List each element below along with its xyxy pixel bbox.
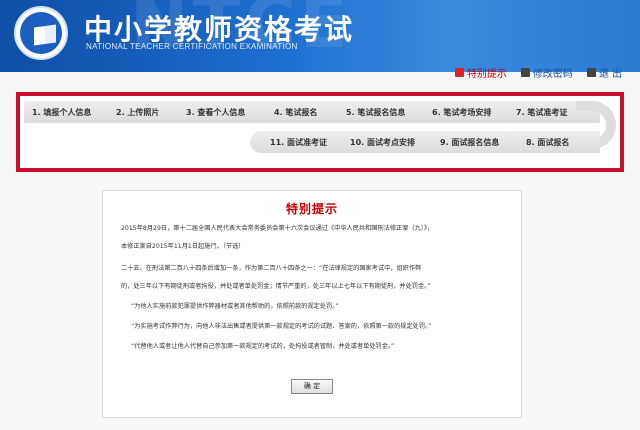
site-subtitle: NATIONAL TEACHER CERTIFICATION EXAMINATI… [86,42,298,51]
site-header: NTCE 中小学教师资格考试 NATIONAL TEACHER CERTIFIC… [0,0,640,72]
step-interview-site-arrangement[interactable]: 10. 面试考点安排 [350,137,415,148]
notice-line: 本修正案自2015年11月1日起施行。（节选） [121,243,245,250]
tips-icon [454,68,464,77]
notice-line: “为实施考试作弊行为，向他人非法出售或者提供第一款规定的考试的试题、答案的，依照… [131,323,432,330]
notice-heading: 特别提示 [285,202,338,216]
step-interview-admission-ticket[interactable]: 11. 面试准考证 [270,137,327,148]
logout-link[interactable]: 退 出 [586,65,622,80]
notice-line: “代替他人或者让他人代替自己参加第一款规定的考试的，处拘役或者管制，并处或者单处… [131,343,395,350]
password-icon [520,68,530,77]
confirm-button[interactable]: 确 定 [291,379,333,394]
notice-panel: 特别提示 2015年8月29日，第十二届全国人民代表大会常务委员会第十六次会议通… [102,190,522,418]
steps-navigation: 1. 填报个人信息 2. 上传照片 3. 查看个人信息 4. 笔试报名 5. 笔… [16,92,624,172]
notice-line: “为他人实施前款犯罪提供作弊器材或者其他帮助的，依照前款的规定处罚。” [131,303,339,310]
step-view-personal-info[interactable]: 3. 查看个人信息 [186,107,245,118]
tips-link[interactable]: 特别提示 [454,65,507,80]
logout-icon [586,68,596,77]
change-password-link[interactable]: 修改密码 [520,65,573,80]
step-written-registration-info[interactable]: 5. 笔试报名信息 [346,107,405,118]
step-written-admission-ticket[interactable]: 7. 笔试准考证 [516,107,567,118]
step-fill-personal-info[interactable]: 1. 填报个人信息 [32,107,91,118]
step-interview-registration-info[interactable]: 9. 面试报名信息 [440,137,499,148]
step-upload-photo[interactable]: 2. 上传照片 [116,107,159,118]
tips-label: 特别提示 [466,69,507,80]
top-links: 特别提示 修改密码 退 出 [454,65,622,80]
notice-line: 2015年8月29日，第十二届全国人民代表大会常务委员会第十六次会议通过《中华人… [121,225,434,232]
logo-emblem-icon [14,6,68,60]
notice-line: 的，处三年以下有期徒刑或者拘役，并处或者单处罚金；情节严重的，处三年以上七年以下… [121,283,431,290]
change-password-label: 修改密码 [532,69,573,80]
notice-line: 二十五、在刑法第二百八十四条后增加一条，作为第二百八十四条之一：“在法律规定的国… [121,265,422,272]
step-written-registration[interactable]: 4. 笔试报名 [274,107,317,118]
logout-label: 退 出 [598,69,622,80]
step-interview-registration[interactable]: 8. 面试报名 [526,137,569,148]
step-written-exam-arrangement[interactable]: 6. 笔试考场安排 [432,107,491,118]
